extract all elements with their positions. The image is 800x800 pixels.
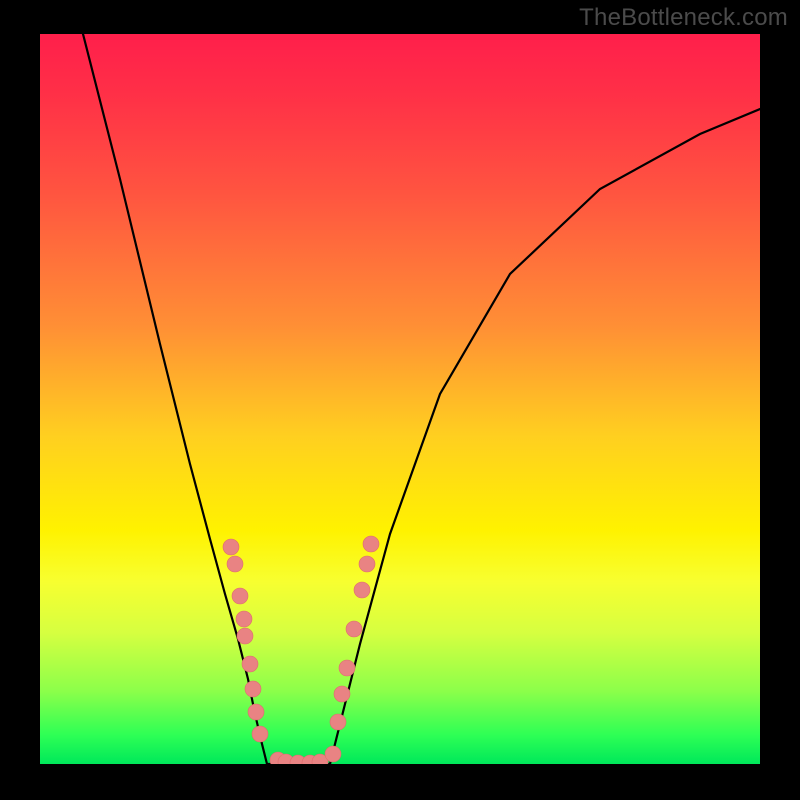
plot-area xyxy=(40,34,760,764)
sample-dot xyxy=(252,726,268,742)
sample-dot xyxy=(227,556,243,572)
right-branch-curve xyxy=(330,109,760,764)
sample-dot xyxy=(363,536,379,552)
chart-frame: TheBottleneck.com xyxy=(0,0,800,800)
sample-dot xyxy=(242,656,258,672)
sample-dot xyxy=(330,714,346,730)
sample-dot xyxy=(325,746,341,762)
watermark-text: TheBottleneck.com xyxy=(579,4,788,32)
sample-dots xyxy=(223,536,379,764)
sample-dot xyxy=(245,681,261,697)
sample-dot xyxy=(354,582,370,598)
sample-dot xyxy=(232,588,248,604)
sample-dot xyxy=(346,621,362,637)
sample-dot xyxy=(339,660,355,676)
sample-dot xyxy=(237,628,253,644)
curve-svg xyxy=(40,34,760,764)
sample-dot xyxy=(248,704,264,720)
sample-dot xyxy=(236,611,252,627)
sample-dot xyxy=(359,556,375,572)
sample-dot xyxy=(223,539,239,555)
sample-dot xyxy=(334,686,350,702)
left-branch-curve xyxy=(83,34,267,764)
